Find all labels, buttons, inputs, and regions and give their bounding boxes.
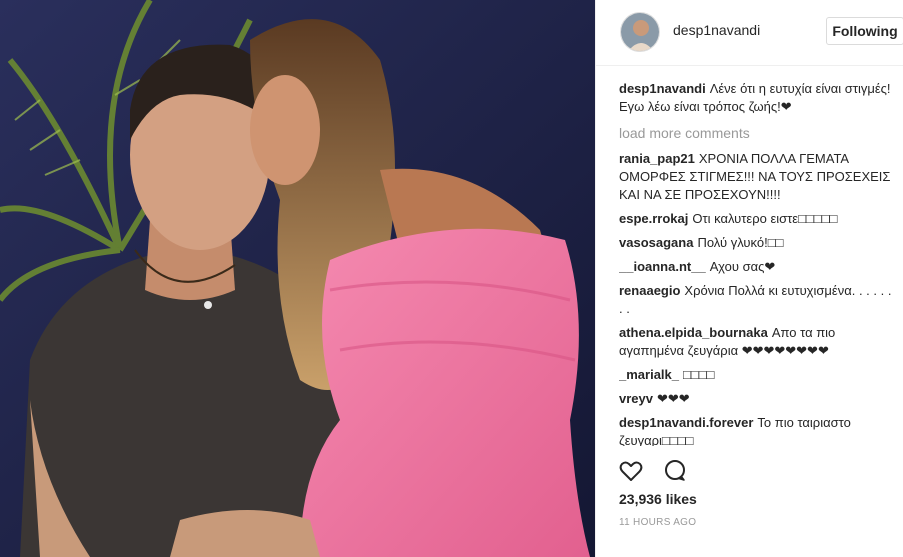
- post-header: desp1navandi Following: [596, 0, 903, 66]
- comment-text: Αχου σας❤: [709, 259, 776, 274]
- comment-item: vreyv ❤❤❤: [619, 390, 894, 408]
- avatar-image: [621, 13, 659, 51]
- comment-item: espe.rrokaj Οτι καλυτερο ειστε□□□□□: [619, 210, 894, 228]
- comments-list[interactable]: desp1navandi Λένε ότι η ευτυχία είναι στι…: [619, 80, 894, 446]
- load-more-comments-link[interactable]: load more comments: [619, 124, 894, 142]
- avatar[interactable]: [620, 12, 660, 52]
- comment-item: rania_pap21 ΧΡΟΝΙΑ ΠΟΛΛΑ ΓΕΜΑΤΑ ΟΜΟΡΦΕΣ Σ…: [619, 150, 894, 204]
- comment-username[interactable]: vasosagana: [619, 235, 693, 250]
- post-actions: [618, 458, 702, 484]
- comment-item: renaaegio Χρόνια Πολλά κι ευτυχισμένα. . …: [619, 282, 894, 318]
- comment-item: athena.elpida_bournaka Απο τα πιο αγαπημέ…: [619, 324, 894, 360]
- comment-username[interactable]: vreyv: [619, 391, 653, 406]
- comment-username[interactable]: renaaegio: [619, 283, 680, 298]
- comment-bubble-icon[interactable]: [662, 458, 688, 484]
- post-photo[interactable]: [0, 0, 595, 557]
- following-button[interactable]: Following: [826, 17, 903, 45]
- couple-photo-image: [0, 0, 595, 557]
- comment-item: _marialk_ □□□□: [619, 366, 894, 384]
- comment-text: ❤❤❤: [656, 391, 690, 406]
- post-sidebar: desp1navandi Following desp1navandi Λένε …: [595, 0, 903, 557]
- comment-username[interactable]: athena.elpida_bournaka: [619, 325, 768, 340]
- caption-username[interactable]: desp1navandi: [619, 81, 706, 96]
- comment-username[interactable]: desp1navandi.forever: [619, 415, 753, 430]
- caption: desp1navandi Λένε ότι η ευτυχία είναι στι…: [619, 80, 894, 116]
- comment-text: Οτι καλυτερο ειστε□□□□□: [692, 211, 838, 226]
- comment-item: desp1navandi.forever Το πιο ταιριαστο ζευ…: [619, 414, 894, 446]
- comment-item: vasosagana Πολύ γλυκό!□□: [619, 234, 894, 252]
- comment-username[interactable]: rania_pap21: [619, 151, 695, 166]
- comment-username[interactable]: __ioanna.nt__: [619, 259, 706, 274]
- comment-text: Πολύ γλυκό!□□: [697, 235, 784, 250]
- comment-username[interactable]: espe.rrokaj: [619, 211, 688, 226]
- post-author-username[interactable]: desp1navandi: [673, 22, 760, 38]
- post-timestamp[interactable]: 11 HOURS AGO: [619, 517, 696, 528]
- heart-icon[interactable]: [618, 458, 644, 484]
- comment-username[interactable]: _marialk_: [619, 367, 679, 382]
- likes-count[interactable]: 23,936 likes: [619, 491, 697, 507]
- comment-item: __ioanna.nt__ Αχου σας❤: [619, 258, 894, 276]
- comment-text: □□□□: [683, 367, 715, 382]
